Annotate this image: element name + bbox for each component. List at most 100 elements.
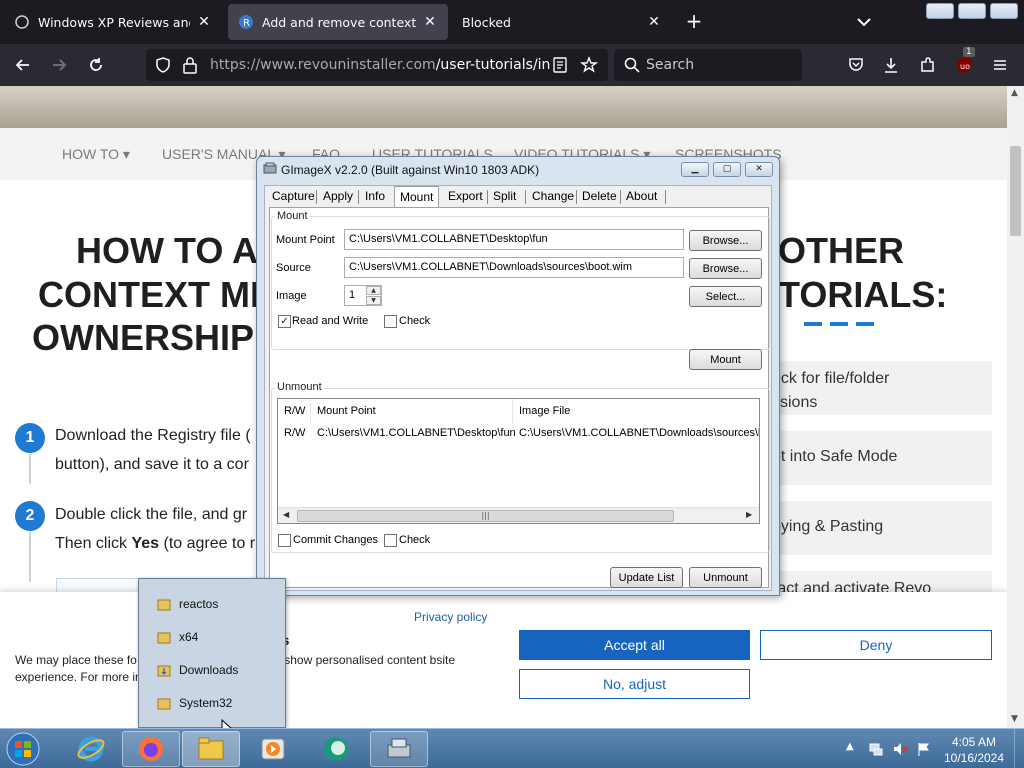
hero-image: [0, 86, 1007, 128]
tab-add-remove-context-menu[interactable]: R Add and remove context menu ✕: [228, 4, 448, 40]
deny-button[interactable]: Deny: [760, 630, 992, 660]
back-arrow-icon[interactable]: [10, 53, 36, 77]
tab-split[interactable]: Split: [488, 186, 521, 208]
sidebar-link-safe-mode[interactable]: ot into Safe Mode: [760, 431, 992, 485]
browse-mount-point-button[interactable]: Browse...: [689, 230, 762, 251]
tab-delete[interactable]: Delete: [577, 186, 622, 208]
tab-info[interactable]: Info: [360, 186, 390, 208]
volume-muted-icon[interactable]: [892, 741, 908, 757]
jumplist-item-x64[interactable]: x64: [157, 627, 198, 647]
windows-start-orb-icon[interactable]: [4, 731, 42, 767]
tab-separator: [665, 190, 666, 204]
spinner-down-arrow-icon[interactable]: ▼: [366, 296, 381, 305]
step-1-text-line-1: Download the Registry file (: [55, 427, 251, 444]
sidebar-link-check-permissions[interactable]: eck for file/folder ssions: [760, 361, 992, 415]
taskbar-app-green[interactable]: [307, 731, 365, 767]
taskbar-windows-explorer[interactable]: [182, 731, 240, 767]
show-hidden-icons-chevron-icon[interactable]: ▲: [846, 741, 854, 752]
star-bookmark-icon[interactable]: [580, 56, 598, 74]
show-desktop-button[interactable]: [1014, 729, 1024, 768]
network-icon[interactable]: [868, 741, 884, 757]
read-write-label: Read and Write: [292, 315, 369, 327]
sidebar-link-copying-pasting[interactable]: pying & Pasting: [760, 501, 992, 555]
extensions-puzzle-icon[interactable]: [915, 53, 941, 77]
window-restore-button[interactable]: [958, 3, 986, 19]
dialog-maximize-button[interactable]: ▢: [713, 162, 741, 177]
column-header-rw[interactable]: R/W: [278, 399, 311, 423]
row-image-file-cell[interactable]: C:\Users\VM1.COLLABNET\Downloads\sources…: [519, 427, 759, 439]
taskbar-gimagex[interactable]: [370, 731, 428, 767]
clock-time[interactable]: 4:05 AM: [944, 735, 1004, 749]
list-horizontal-scrollbar[interactable]: ◀ ||| ▶: [278, 507, 759, 523]
tab-windows-xp-reviews[interactable]: Windows XP Reviews and Pricing ✕: [4, 4, 222, 40]
read-write-checkbox[interactable]: ✓: [278, 315, 291, 328]
scroll-thumb[interactable]: [1010, 146, 1021, 236]
tab-mount[interactable]: Mount: [394, 186, 440, 208]
tab-apply[interactable]: Apply: [318, 186, 358, 208]
download-icon[interactable]: [878, 53, 904, 77]
step-number-badge: 1: [15, 423, 45, 453]
taskbar-firefox[interactable]: [122, 731, 180, 767]
close-tab-icon[interactable]: ✕: [422, 14, 438, 30]
close-tab-icon[interactable]: ✕: [196, 14, 212, 30]
scroll-down-arrow-icon[interactable]: ▼: [1011, 714, 1018, 724]
commit-changes-checkbox[interactable]: [278, 534, 291, 547]
mounted-images-list[interactable]: R/W Mount Point Image File R/W C:\Users\…: [277, 398, 760, 524]
jumplist-item-downloads[interactable]: Downloads: [157, 660, 238, 680]
row-rw-cell[interactable]: R/W: [284, 427, 305, 439]
jumplist-item-reactos[interactable]: reactos: [157, 594, 218, 614]
hamburger-menu-icon[interactable]: [987, 53, 1013, 77]
mount-point-field[interactable]: C:\Users\VM1.COLLABNET\Desktop\fun: [344, 229, 684, 250]
reader-view-icon[interactable]: [552, 57, 568, 73]
tab-about[interactable]: About: [621, 186, 662, 208]
taskbar-media-player[interactable]: [244, 731, 302, 767]
list-scroll-thumb[interactable]: |||: [297, 510, 674, 522]
scroll-right-arrow-icon[interactable]: ▶: [746, 510, 752, 519]
unmount-button[interactable]: Unmount: [689, 567, 762, 588]
page-title-right-1: OTHER: [778, 230, 904, 271]
tab-change[interactable]: Change: [527, 186, 579, 208]
window-minimize-button[interactable]: [926, 3, 954, 19]
clock-date[interactable]: 10/16/2024: [938, 751, 1010, 765]
accept-all-button[interactable]: Accept all: [519, 630, 750, 660]
source-field[interactable]: C:\Users\VM1.COLLABNET\Downloads\sources…: [344, 257, 684, 278]
dialog-close-button[interactable]: ✕: [745, 162, 773, 177]
ublock-extension-icon[interactable]: uo 1: [951, 47, 977, 77]
check-unmount-checkbox[interactable]: [384, 534, 397, 547]
downloads-folder-icon: [157, 665, 171, 677]
tab-export[interactable]: Export: [443, 186, 488, 208]
spinner-up-arrow-icon[interactable]: ▲: [366, 286, 381, 295]
select-image-button[interactable]: Select...: [689, 286, 762, 307]
scroll-left-arrow-icon[interactable]: ◀: [283, 510, 289, 519]
reload-icon[interactable]: [83, 53, 109, 77]
lock-icon[interactable]: [182, 56, 198, 74]
tab-blocked[interactable]: Blocked ✕: [452, 4, 672, 40]
chevron-down-icon[interactable]: [852, 10, 876, 34]
row-mount-point-cell[interactable]: C:\Users\VM1.COLLABNET\Desktop\fun: [317, 427, 516, 439]
mount-button[interactable]: Mount: [689, 349, 762, 370]
search-box[interactable]: Search: [614, 49, 802, 81]
scroll-up-arrow-icon[interactable]: ▲: [1011, 88, 1018, 98]
update-list-button[interactable]: Update List: [610, 567, 683, 588]
pocket-icon[interactable]: [843, 53, 869, 77]
url-bar[interactable]: https://www.revouninstaller.com/user-tut…: [146, 49, 608, 81]
column-header-mount-point[interactable]: Mount Point: [311, 399, 513, 423]
close-tab-icon[interactable]: ✕: [646, 14, 662, 30]
check-checkbox[interactable]: [384, 315, 397, 328]
new-tab-plus-icon[interactable]: +: [682, 10, 706, 34]
action-center-flag-icon[interactable]: [916, 741, 932, 757]
taskbar-internet-explorer[interactable]: [62, 731, 120, 767]
privacy-policy-link[interactable]: Privacy policy: [414, 610, 487, 624]
column-header-image-file[interactable]: Image File: [513, 399, 759, 423]
adjust-button[interactable]: No, adjust: [519, 669, 750, 699]
dialog-minimize-button[interactable]: ▁: [681, 162, 709, 177]
forward-arrow-icon[interactable]: [46, 53, 72, 77]
page-title-line-2: CONTEXT MI: [38, 274, 260, 315]
page-scrollbar[interactable]: ▲ ▼: [1007, 86, 1024, 728]
shield-icon[interactable]: [154, 56, 172, 74]
jumplist-item-system32[interactable]: System32: [157, 693, 232, 713]
tab-capture[interactable]: Capture: [267, 186, 320, 208]
window-close-button[interactable]: [990, 3, 1018, 19]
menu-how-to[interactable]: HOW TO ▾: [62, 146, 130, 163]
browse-source-button[interactable]: Browse...: [689, 258, 762, 279]
